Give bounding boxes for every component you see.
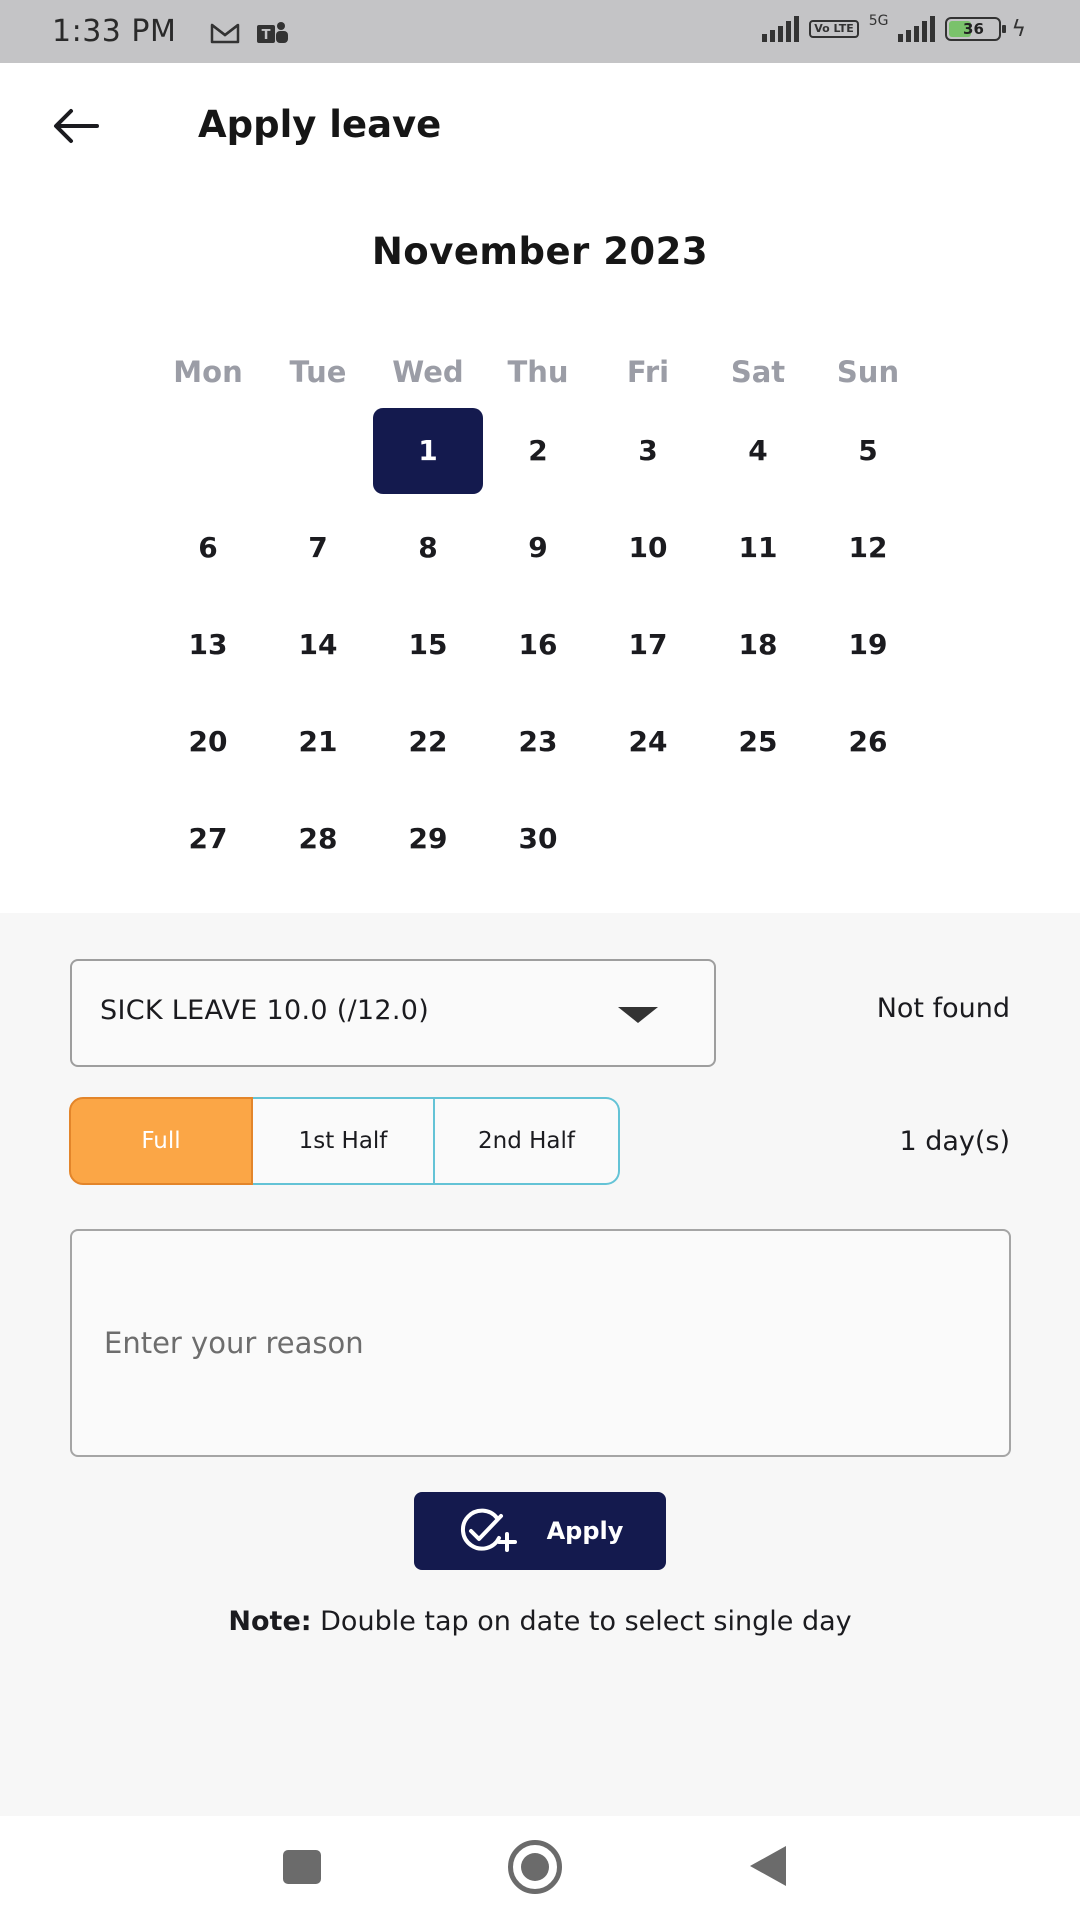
calendar-day[interactable]: 3 (593, 408, 703, 494)
calendar-day[interactable]: 24 (593, 699, 703, 785)
calendar-week-row: 20 21 22 23 24 25 26 (153, 693, 923, 790)
leave-form-panel: SICK LEAVE 10.0 (/12.0) Not found Full 1… (0, 913, 1080, 1816)
calendar-day[interactable]: 11 (703, 505, 813, 591)
calendar-empty-cell (263, 408, 373, 494)
signal-icon-2 (898, 16, 936, 42)
system-nav-bar (0, 1816, 1080, 1920)
calendar-day[interactable]: 29 (373, 796, 483, 882)
calendar-week-row: 13 14 15 16 17 18 19 (153, 596, 923, 693)
calendar-week-row: 27 28 29 30 (153, 790, 923, 887)
calendar-day[interactable]: 27 (153, 796, 263, 882)
calendar-day[interactable]: 6 (153, 505, 263, 591)
duration-second-half-button[interactable]: 2nd Half (435, 1097, 620, 1185)
calendar-day[interactable]: 16 (483, 602, 593, 688)
calendar-day[interactable]: 17 (593, 602, 703, 688)
weekday-label: Thu (507, 355, 569, 389)
calendar-week-row: 12345 (153, 402, 923, 499)
weekday-label: Fri (626, 355, 670, 389)
note-label: Note: (228, 1606, 312, 1637)
status-bar: 1:33 PM T Vo LTE 5G 36 ϟ (0, 0, 1080, 63)
calendar-day[interactable]: 13 (153, 602, 263, 688)
calendar-weeks: 1 2 3 4 5 6 7 8 9 10 11 12 13 14 15 16 17 18 19 20 21 22 23 24 2… (153, 402, 923, 887)
leave-status-text: Not found (876, 993, 1010, 1024)
calendar-day[interactable]: 25 (703, 699, 813, 785)
duration-segmented-control: Full 1st Half 2nd Half (69, 1097, 620, 1185)
reason-input[interactable] (70, 1229, 1011, 1457)
leave-type-value: SICK LEAVE 10.0 (/12.0) (100, 995, 430, 1026)
calendar-week-row: 6 7 8 9 10 11 12 (153, 499, 923, 596)
calendar-day[interactable]: 4 (703, 408, 813, 494)
calendar-day[interactable]: 14 (263, 602, 373, 688)
calendar-empty-cell (153, 408, 263, 494)
caret-down-icon (618, 1007, 658, 1023)
calendar-day[interactable]: 20 (153, 699, 263, 785)
home-icon[interactable] (508, 1840, 562, 1894)
calendar-month-title: November 2023 (371, 230, 709, 273)
apply-button-label: Apply (546, 1517, 624, 1545)
calendar-day[interactable]: 28 (263, 796, 373, 882)
back-triangle-icon[interactable] (750, 1846, 786, 1886)
arrow-left-icon (54, 109, 99, 143)
calendar-day[interactable]: 23 (483, 699, 593, 785)
apply-button[interactable]: Apply (414, 1492, 666, 1570)
signal-icon (762, 16, 800, 42)
calendar-day[interactable]: 2 (483, 408, 593, 494)
weekday-label: Sun (836, 355, 900, 389)
calendar-day[interactable]: 8 (373, 505, 483, 591)
calendar-day[interactable]: 15 (373, 602, 483, 688)
calendar-empty-cell (813, 796, 923, 882)
calendar-day[interactable]: 12 (813, 505, 923, 591)
volte-icon: Vo LTE (809, 20, 859, 38)
check-add-icon (460, 1508, 517, 1552)
battery-level: 36 (963, 20, 984, 38)
back-button[interactable] (46, 101, 106, 151)
weekday-label: Wed (392, 355, 464, 389)
calendar-day[interactable]: 10 (593, 505, 703, 591)
recents-icon[interactable] (283, 1850, 321, 1884)
notification-icons: T (210, 20, 290, 46)
status-time: 1:33 PM (52, 14, 177, 49)
calendar-empty-cell (703, 796, 813, 882)
calendar-day[interactable]: 19 (813, 602, 923, 688)
calendar-day[interactable]: 22 (373, 699, 483, 785)
weekday-label: Mon (173, 355, 243, 389)
teams-icon: T (257, 22, 288, 43)
svg-text:T: T (262, 28, 271, 43)
battery-icon: 36 (945, 17, 1007, 41)
network-type: 5G (868, 13, 889, 29)
calendar-day[interactable]: 9 (483, 505, 593, 591)
weekday-label: Sat (730, 355, 786, 389)
duration-full-button[interactable]: Full (69, 1097, 253, 1185)
charging-icon: ϟ (1011, 16, 1026, 42)
note-body: Double tap on date to select single day (311, 1606, 852, 1637)
calendar-day[interactable]: 21 (263, 699, 373, 785)
days-count: 1 day(s) (899, 1126, 1010, 1157)
calendar-day[interactable]: 7 (263, 505, 373, 591)
calendar-day[interactable]: 30 (483, 796, 593, 882)
calendar-empty-cell (593, 796, 703, 882)
calendar-day[interactable]: 18 (703, 602, 813, 688)
weekday-header: Mon Tue Wed Thu Fri Sat Sun (153, 342, 923, 402)
weekday-label: Tue (289, 355, 347, 389)
status-right: Vo LTE 5G 36 ϟ (762, 13, 1026, 42)
calendar-day[interactable]: 5 (813, 408, 923, 494)
calendar-day[interactable]: 26 (813, 699, 923, 785)
leave-type-dropdown[interactable]: SICK LEAVE 10.0 (/12.0) (70, 959, 716, 1067)
note-text: Note: Double tap on date to select singl… (0, 1606, 1080, 1637)
app-header: Apply leave (0, 63, 1080, 191)
duration-first-half-button[interactable]: 1st Half (253, 1097, 435, 1185)
gmail-icon (210, 23, 240, 44)
calendar-day-selected[interactable]: 1 (373, 407, 483, 494)
selected-day-label: 1 (373, 407, 483, 494)
calendar-grid: Mon Tue Wed Thu Fri Sat Sun 1 2 3 4 5 6 7 8 9 10 1… (153, 342, 923, 887)
page-title: Apply leave (198, 103, 442, 146)
